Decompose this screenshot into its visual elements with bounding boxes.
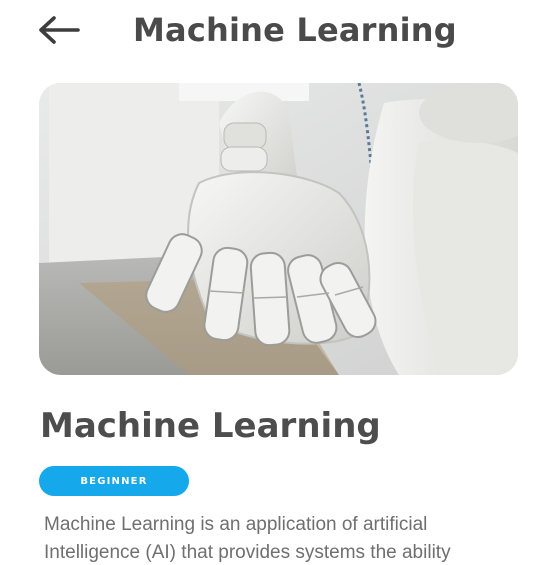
course-hero-image (39, 83, 518, 375)
course-title: Machine Learning (40, 406, 381, 446)
course-description: Machine Learning is an application of ar… (44, 514, 451, 563)
app-header: Machine Learning (0, 0, 556, 70)
page-title: Machine Learning (133, 11, 457, 49)
robot-hand-image (39, 83, 518, 375)
arrow-left-icon (39, 16, 80, 44)
back-button[interactable] (36, 14, 82, 46)
level-badge: BEGINNER (39, 466, 189, 496)
